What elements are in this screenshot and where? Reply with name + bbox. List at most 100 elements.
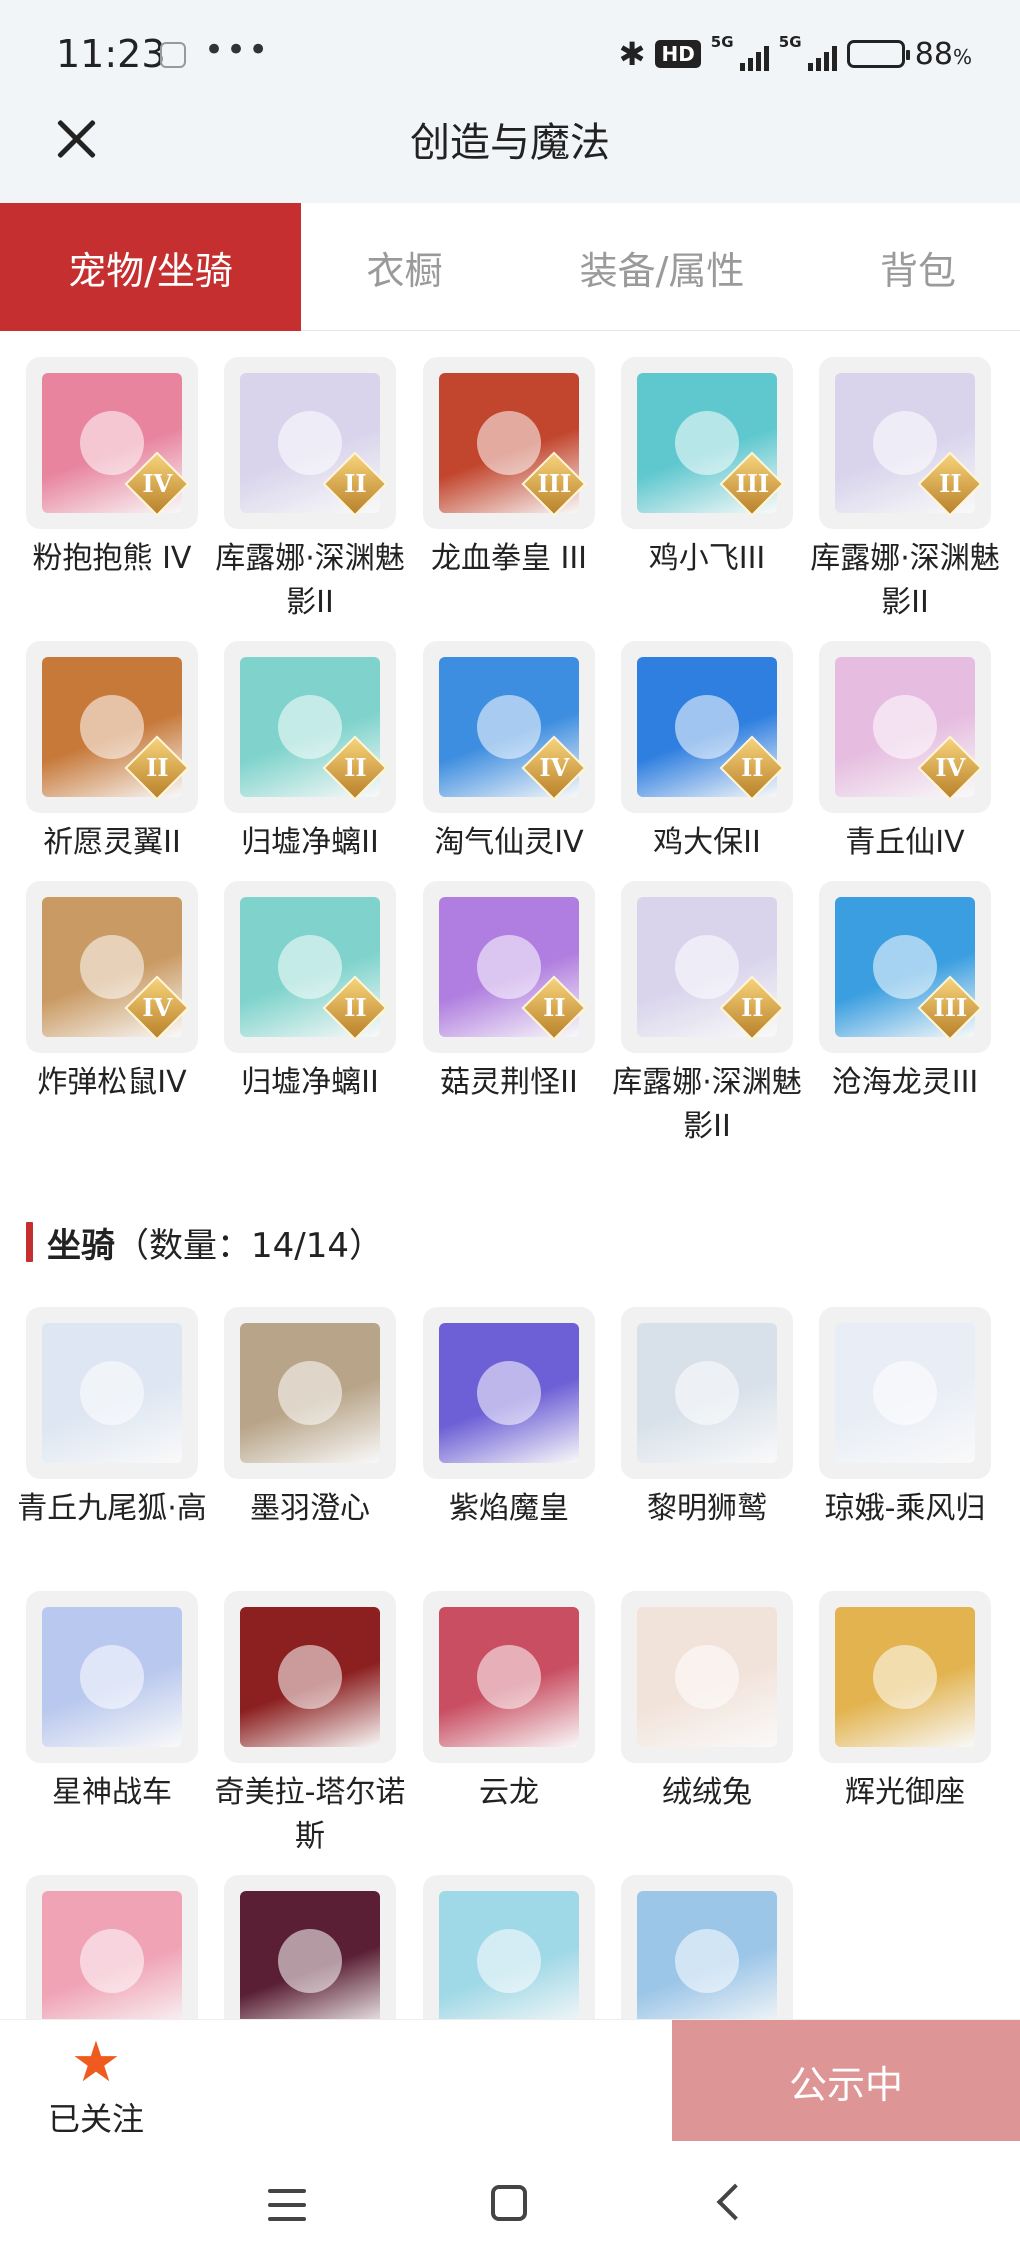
- tab-wardrobe[interactable]: 衣橱: [301, 203, 508, 331]
- mount-card[interactable]: 奇美拉-塔尔诺斯: [215, 1591, 405, 1859]
- pet-card[interactable]: II 库露娜·深渊魅影II: [612, 881, 802, 1149]
- publicity-status-button[interactable]: 公示中: [672, 2020, 1020, 2142]
- mount-card[interactable]: 青丘九尾狐·高: [17, 1307, 207, 1531]
- pet-name: 淘气仙灵IV: [434, 825, 584, 860]
- mount-name: 辉光御座: [845, 1775, 965, 1810]
- pet-card[interactable]: II 归墟净螭II: [224, 641, 396, 865]
- mount-image: [423, 1591, 595, 1763]
- pet-image: III: [819, 881, 991, 1053]
- tab-backpack[interactable]: 背包: [816, 203, 1020, 331]
- tier-label: IV: [935, 753, 966, 783]
- follow-button[interactable]: ★ 已关注: [36, 2034, 156, 2140]
- character-art: [637, 1891, 777, 2019]
- mount-image: [819, 1307, 991, 1479]
- character-art: [439, 1323, 579, 1463]
- mount-card[interactable]: [621, 1875, 793, 2019]
- pet-card[interactable]: II 菇灵荆怪II: [423, 881, 595, 1105]
- follow-label: 已关注: [47, 2100, 144, 2138]
- pet-image: II: [423, 881, 595, 1053]
- tier-label: II: [741, 753, 764, 783]
- pet-image: II: [819, 357, 991, 529]
- mount-card[interactable]: [26, 1875, 198, 2019]
- character-art: [439, 1891, 579, 2019]
- tab-pets-mounts[interactable]: 宠物/坐骑: [0, 203, 301, 331]
- mount-card[interactable]: 辉光御座: [819, 1591, 991, 1815]
- character-art: [42, 1607, 182, 1747]
- section-title: 坐骑: [47, 1225, 115, 1266]
- pet-card[interactable]: II 库露娜·深渊魅影II: [215, 357, 405, 625]
- character-art: [240, 1607, 380, 1747]
- mount-card[interactable]: [423, 1875, 595, 2019]
- mount-name: 绒绒兔: [662, 1775, 752, 1810]
- pet-card[interactable]: II 归墟净螭II: [224, 881, 396, 1105]
- header: 创造与魔法: [0, 100, 1020, 203]
- tab-equipment[interactable]: 装备/属性: [508, 203, 816, 331]
- mount-image: [621, 1307, 793, 1479]
- tier-label: IV: [142, 993, 173, 1023]
- bottom-action-bar: ★ 已关注 公示中: [0, 2019, 1020, 2142]
- pet-grid: IV 粉抱抱熊 IV II 库露娜·深渊魅影II III 龙血拳皇 III III 鸡小飞II…: [26, 357, 1006, 1187]
- mount-card[interactable]: 黎明狮鹫: [621, 1307, 793, 1531]
- mount-card[interactable]: [224, 1875, 396, 2019]
- pet-card[interactable]: III 沧海龙灵III: [819, 881, 991, 1105]
- mount-image: [819, 1591, 991, 1763]
- tier-label: II: [344, 753, 367, 783]
- signal-label: 5G: [710, 33, 734, 51]
- pet-card[interactable]: III 鸡小飞III: [621, 357, 793, 581]
- pet-name: 鸡小飞III: [648, 541, 766, 576]
- pet-name: 沧海龙灵III: [831, 1065, 979, 1100]
- mount-card[interactable]: 星神战车: [26, 1591, 198, 1815]
- pet-card[interactable]: IV 炸弹松鼠IV: [26, 881, 198, 1105]
- pet-card[interactable]: III 龙血拳皇 III: [423, 357, 595, 581]
- status-indicators: ✱ HD 5G 5G 88%: [619, 32, 972, 76]
- pet-image: II: [224, 641, 396, 813]
- character-art: [439, 1607, 579, 1747]
- signal-icon: 5G: [711, 33, 769, 71]
- mount-image: [26, 1591, 198, 1763]
- tier-label: II: [543, 993, 566, 1023]
- tier-label: II: [741, 993, 764, 1023]
- pet-card[interactable]: II 祈愿灵翼II: [26, 641, 198, 865]
- tier-label: III: [933, 993, 968, 1023]
- mount-grid: 青丘九尾狐·高 墨羽澄心 紫焰魔皇 黎明狮鹫 琼娥-乘风归星神战车 奇美拉-塔尔诺斯 云龙 绒…: [17, 1307, 1006, 2019]
- character-art: [835, 1323, 975, 1463]
- tier-label: II: [146, 753, 169, 783]
- mount-name: 星神战车: [52, 1775, 172, 1810]
- mount-image: [621, 1591, 793, 1763]
- star-icon: ★: [70, 2030, 122, 2095]
- mount-name: 紫焰魔皇: [449, 1491, 569, 1526]
- mount-card[interactable]: 墨羽澄心: [224, 1307, 396, 1531]
- pet-image: IV: [819, 641, 991, 813]
- menu-icon[interactable]: [268, 2189, 306, 2221]
- battery-level: 88%: [914, 36, 972, 72]
- pet-name: 龙血拳皇 III: [430, 541, 588, 576]
- pet-card[interactable]: IV 粉抱抱熊 IV: [26, 357, 198, 581]
- bluetooth-icon: ✱: [618, 35, 646, 73]
- back-icon[interactable]: [716, 2183, 754, 2221]
- pet-card[interactable]: II 鸡大保II: [621, 641, 793, 865]
- mount-card[interactable]: 云龙: [423, 1591, 595, 1815]
- home-icon[interactable]: [491, 2185, 527, 2221]
- content-scroll[interactable]: IV 粉抱抱熊 IV II 库露娜·深渊魅影II III 龙血拳皇 III III 鸡小飞II…: [0, 331, 1020, 2019]
- tier-label: II: [939, 469, 962, 499]
- section-count: （数量：14/14）: [115, 1225, 383, 1266]
- character-art: [42, 1323, 182, 1463]
- mount-image: [224, 1875, 396, 2019]
- mount-image: [423, 1875, 595, 2019]
- pet-name: 库露娜·深渊魅影II: [810, 541, 1000, 620]
- pet-card[interactable]: IV 淘气仙灵IV: [423, 641, 595, 865]
- pet-name: 祈愿灵翼II: [43, 825, 181, 860]
- pet-name: 鸡大保II: [653, 825, 761, 860]
- mount-card[interactable]: 绒绒兔: [621, 1591, 793, 1815]
- pet-card[interactable]: IV 青丘仙IV: [819, 641, 991, 865]
- mount-card[interactable]: 琼娥-乘风归: [819, 1307, 991, 1531]
- app-notification-icon: [160, 42, 186, 68]
- pet-image: II: [224, 881, 396, 1053]
- pet-name: 青丘仙IV: [845, 825, 965, 860]
- pet-image: II: [621, 881, 793, 1053]
- status-time: 11:23: [56, 32, 166, 76]
- mount-card[interactable]: 紫焰魔皇: [423, 1307, 595, 1531]
- pet-image: II: [224, 357, 396, 529]
- pet-card[interactable]: II 库露娜·深渊魅影II: [810, 357, 1000, 625]
- pet-name: 归墟净螭II: [241, 1065, 379, 1100]
